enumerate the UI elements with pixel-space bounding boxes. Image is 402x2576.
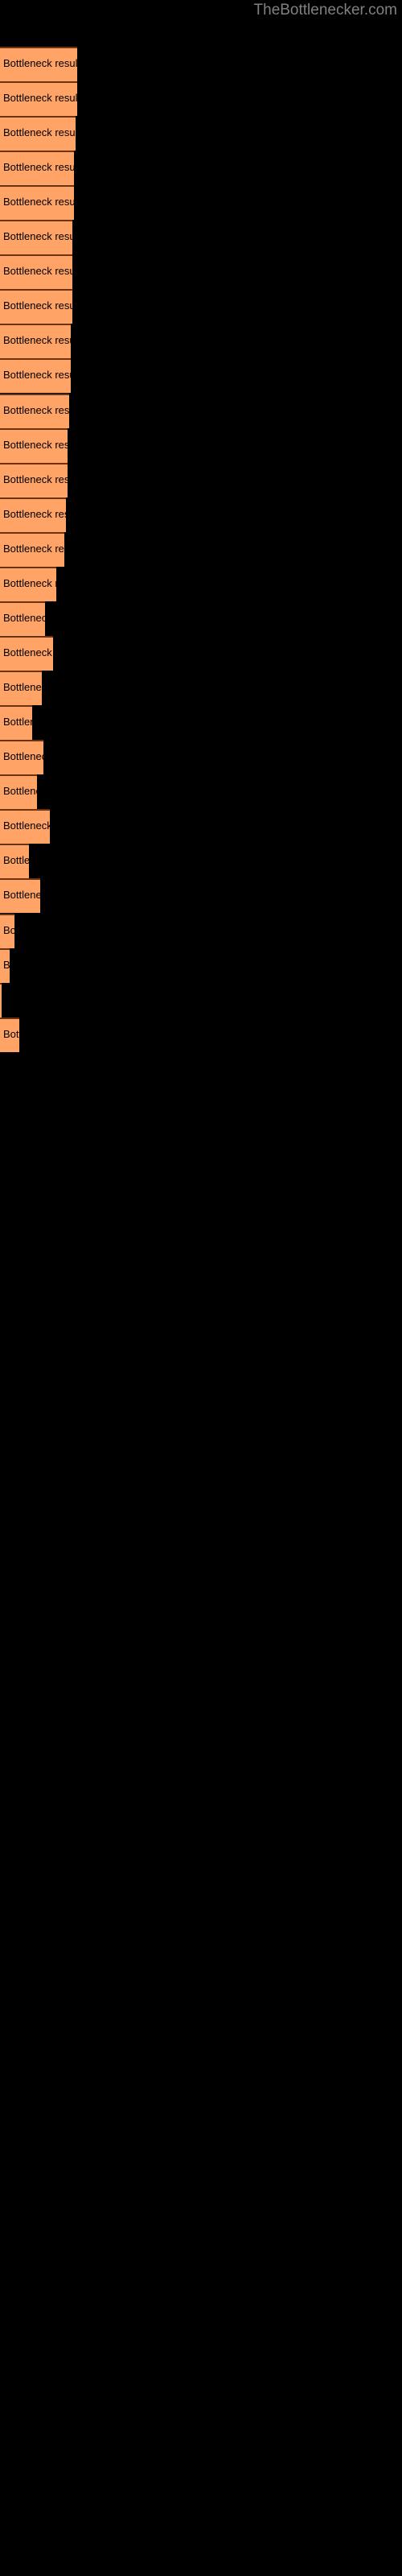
bar-label: Bottleneck result	[3, 959, 10, 971]
bar-label: Bottleneck result	[3, 508, 66, 520]
bar-label: Bottleneck result	[3, 750, 43, 762]
bar-label: Bottleneck result	[3, 854, 29, 866]
bottleneck-bar-chart: TheBottlenecker.com Bottleneck result Bot…	[0, 0, 402, 2576]
bar-rect[interactable]: Bottleneck result	[0, 220, 72, 254]
bar-label: Bottleneck result	[3, 819, 50, 832]
bar-label: Bottleneck result	[3, 265, 72, 277]
bar-label: Bottleneck result	[3, 646, 53, 658]
bar-rect[interactable]: Bottleneck result	[0, 636, 53, 671]
bar-label: Bottleneck result	[3, 196, 74, 208]
bar-label: Bottleneck result	[3, 716, 32, 728]
bar-rect[interactable]: Bottleneck result	[0, 532, 64, 567]
bar-rect[interactable]: Bottleneck result	[0, 463, 68, 497]
bar-rect[interactable]: Bottleneck result	[0, 878, 40, 913]
bar-rect[interactable]: Bottleneck result	[0, 809, 50, 844]
bar-label: Bottleneck result	[3, 369, 71, 381]
bar-label: Bottleneck result	[3, 161, 74, 173]
bar-label: Bottleneck result	[3, 785, 37, 797]
bar-label: Bottleneck result	[3, 1028, 19, 1040]
bar-rect[interactable]: Bottleneck result	[0, 671, 42, 705]
bar-rect[interactable]: Bottleneck result	[0, 740, 43, 774]
bar-rect[interactable]: Bottleneck result	[0, 324, 71, 358]
bar-label: Bottleneck result	[3, 92, 77, 104]
bar-rect[interactable]: Bottleneck result	[0, 983, 2, 1018]
bar-label: Bottleneck result	[3, 473, 68, 485]
bar-rect[interactable]: Bottleneck result	[0, 1018, 19, 1052]
bar-label: Bottleneck result	[3, 334, 71, 346]
bar-rect[interactable]: Bottleneck result	[0, 358, 71, 393]
bar-rect[interactable]: Bottleneck result	[0, 116, 76, 151]
bar-rect[interactable]: Bottleneck result	[0, 844, 29, 878]
bar-label: Bottleneck result	[3, 126, 76, 138]
bar-label: Bottleneck result	[3, 230, 72, 242]
bar-label: Bottleneck result	[3, 299, 72, 312]
bar-rect[interactable]: Bottleneck result	[0, 774, 37, 809]
bar-rect[interactable]: Bottleneck result	[0, 47, 77, 81]
bar-rect[interactable]: Bottleneck result	[0, 567, 56, 601]
bar-rect[interactable]: Bottleneck result	[0, 497, 66, 532]
bar-rect[interactable]: Bottleneck result	[0, 705, 32, 740]
bar-rect[interactable]: Bottleneck result	[0, 601, 45, 636]
bar-label: Bottleneck result	[3, 612, 45, 624]
bar-rect[interactable]: Bottleneck result	[0, 289, 72, 324]
bar-label: Bottleneck result	[3, 889, 40, 901]
bar-rect[interactable]: Bottleneck result	[0, 914, 14, 948]
bar-rect[interactable]: Bottleneck result	[0, 151, 74, 185]
bar-label: Bottleneck result	[3, 681, 42, 693]
bar-rect[interactable]: Bottleneck result	[0, 81, 77, 116]
bar-label: Bottleneck result	[3, 404, 69, 416]
bar-label: Bottleneck result	[3, 439, 68, 451]
bar-rect[interactable]: Bottleneck result	[0, 394, 69, 428]
bar-label: Bottleneck result	[3, 57, 77, 69]
bar-rect[interactable]: Bottleneck result	[0, 185, 74, 220]
bar-series-layer: Bottleneck result Bottleneck result Bottle…	[0, 0, 402, 2576]
bar-label: Bottleneck result	[3, 924, 14, 936]
bar-rect[interactable]: Bottleneck result	[0, 254, 72, 289]
bar-rect[interactable]: Bottleneck result	[0, 428, 68, 463]
bar-label: Bottleneck result	[3, 577, 56, 589]
bar-rect[interactable]: Bottleneck result	[0, 948, 10, 983]
bar-label: Bottleneck result	[3, 543, 64, 555]
